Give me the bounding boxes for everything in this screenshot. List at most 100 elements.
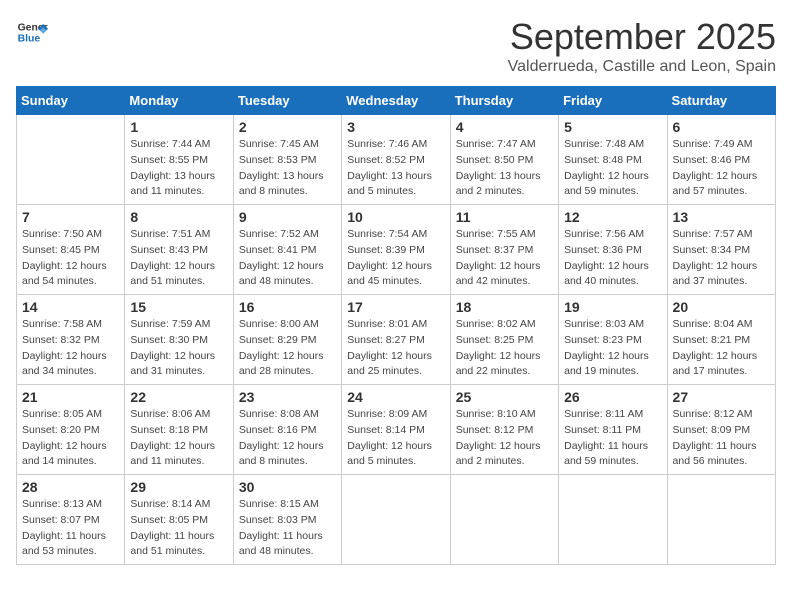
calendar-week-3: 21 Sunrise: 8:05 AM Sunset: 8:20 PM Dayl…	[17, 385, 776, 475]
calendar-week-4: 28 Sunrise: 8:13 AM Sunset: 8:07 PM Dayl…	[17, 475, 776, 565]
sunrise-text: Sunrise: 8:01 AM	[347, 318, 427, 330]
daylight-text: Daylight: 12 hours and 11 minutes.	[130, 440, 215, 468]
calendar-cell: 29 Sunrise: 8:14 AM Sunset: 8:05 PM Dayl…	[125, 475, 233, 565]
day-number: 30	[239, 479, 336, 495]
sunrise-text: Sunrise: 8:05 AM	[22, 408, 102, 420]
calendar-cell: 22 Sunrise: 8:06 AM Sunset: 8:18 PM Dayl…	[125, 385, 233, 475]
calendar-cell: 27 Sunrise: 8:12 AM Sunset: 8:09 PM Dayl…	[667, 385, 775, 475]
calendar-cell	[450, 475, 558, 565]
sunrise-text: Sunrise: 8:00 AM	[239, 318, 319, 330]
sunset-text: Sunset: 8:07 PM	[22, 514, 100, 526]
sunset-text: Sunset: 8:48 PM	[564, 154, 642, 166]
day-number: 13	[673, 209, 770, 225]
daylight-text: Daylight: 12 hours and 51 minutes.	[130, 260, 215, 288]
subtitle: Valderrueda, Castille and Leon, Spain	[508, 58, 776, 76]
daylight-text: Daylight: 12 hours and 28 minutes.	[239, 350, 324, 378]
day-number: 2	[239, 119, 336, 135]
calendar-table: Sunday Monday Tuesday Wednesday Thursday…	[16, 86, 776, 565]
calendar-cell: 16 Sunrise: 8:00 AM Sunset: 8:29 PM Dayl…	[233, 295, 341, 385]
sunrise-text: Sunrise: 7:51 AM	[130, 228, 210, 240]
sunset-text: Sunset: 8:50 PM	[456, 154, 534, 166]
calendar-cell: 3 Sunrise: 7:46 AM Sunset: 8:52 PM Dayli…	[342, 115, 450, 205]
sunset-text: Sunset: 8:41 PM	[239, 244, 317, 256]
sunrise-text: Sunrise: 7:57 AM	[673, 228, 753, 240]
sunset-text: Sunset: 8:20 PM	[22, 424, 100, 436]
calendar-cell: 28 Sunrise: 8:13 AM Sunset: 8:07 PM Dayl…	[17, 475, 125, 565]
daylight-text: Daylight: 11 hours and 51 minutes.	[130, 530, 214, 558]
day-number: 19	[564, 299, 661, 315]
header-monday: Monday	[125, 87, 233, 115]
calendar-cell: 7 Sunrise: 7:50 AM Sunset: 8:45 PM Dayli…	[17, 205, 125, 295]
sunrise-text: Sunrise: 7:47 AM	[456, 138, 536, 150]
daylight-text: Daylight: 13 hours and 2 minutes.	[456, 170, 541, 198]
calendar-cell: 5 Sunrise: 7:48 AM Sunset: 8:48 PM Dayli…	[559, 115, 667, 205]
logo: General Blue	[16, 16, 48, 48]
daylight-text: Daylight: 12 hours and 8 minutes.	[239, 440, 324, 468]
sunrise-text: Sunrise: 8:13 AM	[22, 498, 102, 510]
daylight-text: Daylight: 12 hours and 5 minutes.	[347, 440, 432, 468]
day-number: 15	[130, 299, 227, 315]
sunrise-text: Sunrise: 7:56 AM	[564, 228, 644, 240]
daylight-text: Daylight: 12 hours and 42 minutes.	[456, 260, 541, 288]
sunset-text: Sunset: 8:12 PM	[456, 424, 534, 436]
sunset-text: Sunset: 8:34 PM	[673, 244, 751, 256]
sunset-text: Sunset: 8:09 PM	[673, 424, 751, 436]
sunrise-text: Sunrise: 7:52 AM	[239, 228, 319, 240]
title-area: September 2025 Valderrueda, Castille and…	[508, 16, 776, 76]
daylight-text: Daylight: 12 hours and 25 minutes.	[347, 350, 432, 378]
sunrise-text: Sunrise: 7:44 AM	[130, 138, 210, 150]
calendar-cell	[17, 115, 125, 205]
sunrise-text: Sunrise: 8:11 AM	[564, 408, 643, 420]
calendar-cell: 20 Sunrise: 8:04 AM Sunset: 8:21 PM Dayl…	[667, 295, 775, 385]
day-number: 29	[130, 479, 227, 495]
header-row: Sunday Monday Tuesday Wednesday Thursday…	[17, 87, 776, 115]
sunrise-text: Sunrise: 7:50 AM	[22, 228, 102, 240]
sunrise-text: Sunrise: 8:04 AM	[673, 318, 753, 330]
calendar-cell: 25 Sunrise: 8:10 AM Sunset: 8:12 PM Dayl…	[450, 385, 558, 475]
sunrise-text: Sunrise: 8:02 AM	[456, 318, 536, 330]
daylight-text: Daylight: 13 hours and 8 minutes.	[239, 170, 324, 198]
calendar-cell: 18 Sunrise: 8:02 AM Sunset: 8:25 PM Dayl…	[450, 295, 558, 385]
calendar-cell	[559, 475, 667, 565]
sunrise-text: Sunrise: 7:55 AM	[456, 228, 536, 240]
calendar-cell: 26 Sunrise: 8:11 AM Sunset: 8:11 PM Dayl…	[559, 385, 667, 475]
daylight-text: Daylight: 12 hours and 54 minutes.	[22, 260, 107, 288]
calendar-cell: 1 Sunrise: 7:44 AM Sunset: 8:55 PM Dayli…	[125, 115, 233, 205]
sunset-text: Sunset: 8:39 PM	[347, 244, 425, 256]
sunrise-text: Sunrise: 8:14 AM	[130, 498, 210, 510]
calendar-cell	[342, 475, 450, 565]
sunset-text: Sunset: 8:29 PM	[239, 334, 317, 346]
sunset-text: Sunset: 8:37 PM	[456, 244, 534, 256]
day-number: 14	[22, 299, 119, 315]
sunrise-text: Sunrise: 7:59 AM	[130, 318, 210, 330]
day-number: 3	[347, 119, 444, 135]
daylight-text: Daylight: 12 hours and 17 minutes.	[673, 350, 758, 378]
svg-text:Blue: Blue	[18, 34, 41, 45]
sunrise-text: Sunrise: 7:45 AM	[239, 138, 319, 150]
header-thursday: Thursday	[450, 87, 558, 115]
day-number: 22	[130, 389, 227, 405]
daylight-text: Daylight: 11 hours and 53 minutes.	[22, 530, 106, 558]
day-number: 1	[130, 119, 227, 135]
calendar-week-2: 14 Sunrise: 7:58 AM Sunset: 8:32 PM Dayl…	[17, 295, 776, 385]
calendar-cell: 15 Sunrise: 7:59 AM Sunset: 8:30 PM Dayl…	[125, 295, 233, 385]
sunrise-text: Sunrise: 8:12 AM	[673, 408, 753, 420]
daylight-text: Daylight: 11 hours and 59 minutes.	[564, 440, 648, 468]
calendar-cell: 17 Sunrise: 8:01 AM Sunset: 8:27 PM Dayl…	[342, 295, 450, 385]
sunset-text: Sunset: 8:30 PM	[130, 334, 208, 346]
daylight-text: Daylight: 12 hours and 37 minutes.	[673, 260, 758, 288]
daylight-text: Daylight: 12 hours and 45 minutes.	[347, 260, 432, 288]
sunset-text: Sunset: 8:52 PM	[347, 154, 425, 166]
month-title: September 2025	[508, 16, 776, 58]
sunrise-text: Sunrise: 8:06 AM	[130, 408, 210, 420]
calendar-cell: 10 Sunrise: 7:54 AM Sunset: 8:39 PM Dayl…	[342, 205, 450, 295]
daylight-text: Daylight: 12 hours and 31 minutes.	[130, 350, 215, 378]
header-friday: Friday	[559, 87, 667, 115]
calendar-cell: 9 Sunrise: 7:52 AM Sunset: 8:41 PM Dayli…	[233, 205, 341, 295]
calendar-cell: 19 Sunrise: 8:03 AM Sunset: 8:23 PM Dayl…	[559, 295, 667, 385]
day-number: 18	[456, 299, 553, 315]
daylight-text: Daylight: 12 hours and 19 minutes.	[564, 350, 649, 378]
sunrise-text: Sunrise: 8:09 AM	[347, 408, 427, 420]
sunset-text: Sunset: 8:46 PM	[673, 154, 751, 166]
sunrise-text: Sunrise: 7:49 AM	[673, 138, 753, 150]
